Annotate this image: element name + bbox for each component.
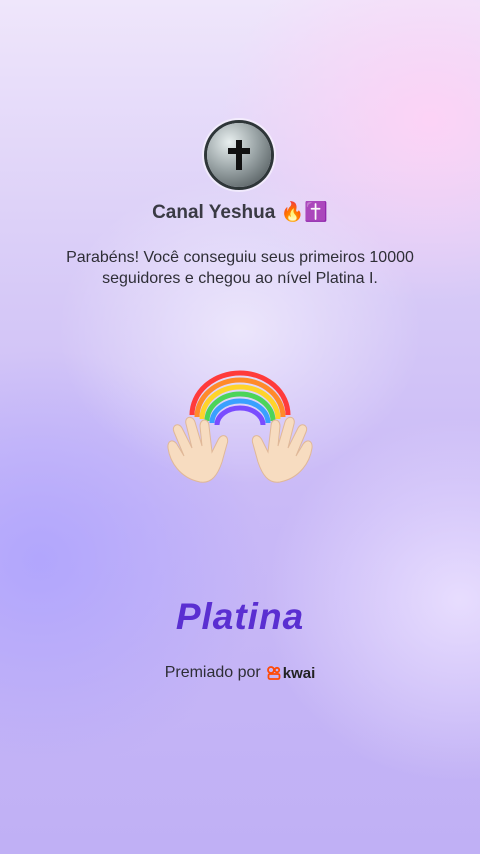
congratulations-message: Parabéns! Você conseguiu seus primeiros … xyxy=(66,249,414,287)
awarded-by: Premiado por kwai xyxy=(0,664,480,682)
channel-name: Canal Yeshua 🔥✝️ xyxy=(0,200,480,224)
awarded-by-label: Premiado por xyxy=(164,664,261,681)
rainbow-hands-icon xyxy=(167,370,313,483)
channel-name-text: Canal Yeshua xyxy=(152,202,276,223)
kwai-brand-name: kwai xyxy=(282,664,316,682)
cross-icon xyxy=(228,140,250,170)
channel-emojis: 🔥✝️ xyxy=(280,201,328,223)
level-name: Platina xyxy=(175,596,305,637)
avatar xyxy=(207,123,271,187)
kwai-logo-icon xyxy=(266,666,281,680)
kwai-logo: kwai xyxy=(266,664,316,682)
